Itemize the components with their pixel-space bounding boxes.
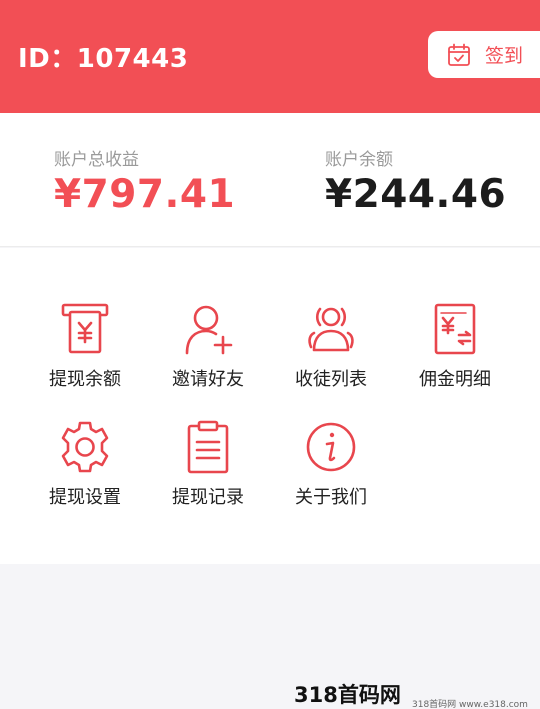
- withdraw-icon: [61, 303, 109, 354]
- account-balance-value: ¥244.46: [325, 172, 507, 217]
- menu-withdraw-records[interactable]: 提现记录: [148, 418, 268, 509]
- menu-invite-friends-label: 邀请好友: [172, 369, 244, 390]
- menu-withdraw-balance-label: 提现余额: [49, 369, 121, 390]
- menu-apprentice-list-label: 收徒列表: [295, 369, 367, 390]
- gear-icon: [61, 421, 109, 473]
- account-balance-label: 账户余额: [325, 150, 393, 170]
- account-balance: 账户余额 ¥244.46: [325, 145, 506, 217]
- group-icon: [308, 307, 354, 352]
- commission-icon: [434, 303, 476, 355]
- balance-card: 账户总收益 ¥797.41 账户余额 ¥244.46: [0, 113, 540, 247]
- clipboard-icon: [187, 420, 229, 474]
- menu-withdraw-balance[interactable]: 提现余额: [25, 300, 145, 391]
- user-id: ID：107443: [18, 44, 189, 74]
- signin-label: 签到: [485, 45, 524, 67]
- menu-about-us[interactable]: 关于我们: [271, 418, 391, 509]
- total-earnings-value: ¥797.41: [54, 172, 236, 217]
- menu-withdraw-settings[interactable]: 提现设置: [25, 418, 145, 509]
- function-menu: 提现余额 邀请好友 收徒列表 佣金明细 提现设置 提现记录 关于我们: [0, 248, 540, 564]
- menu-invite-friends[interactable]: 邀请好友: [148, 300, 268, 391]
- add-user-icon: [185, 305, 233, 355]
- menu-about-us-label: 关于我们: [295, 487, 367, 508]
- menu-withdraw-settings-label: 提现设置: [49, 487, 121, 508]
- watermark-small: 318首码网 www.e318.com: [412, 700, 528, 709]
- menu-withdraw-records-label: 提现记录: [172, 487, 244, 508]
- header-bar: ID：107443 签到: [0, 0, 540, 113]
- menu-apprentice-list[interactable]: 收徒列表: [271, 300, 391, 391]
- total-earnings: 账户总收益 ¥797.41: [54, 145, 235, 217]
- total-earnings-label: 账户总收益: [54, 150, 139, 170]
- calendar-icon: [448, 43, 470, 66]
- signin-button[interactable]: 签到: [428, 31, 540, 78]
- info-icon: [306, 422, 356, 472]
- menu-commission-details-label: 佣金明细: [419, 369, 491, 390]
- menu-commission-details[interactable]: 佣金明细: [395, 300, 515, 391]
